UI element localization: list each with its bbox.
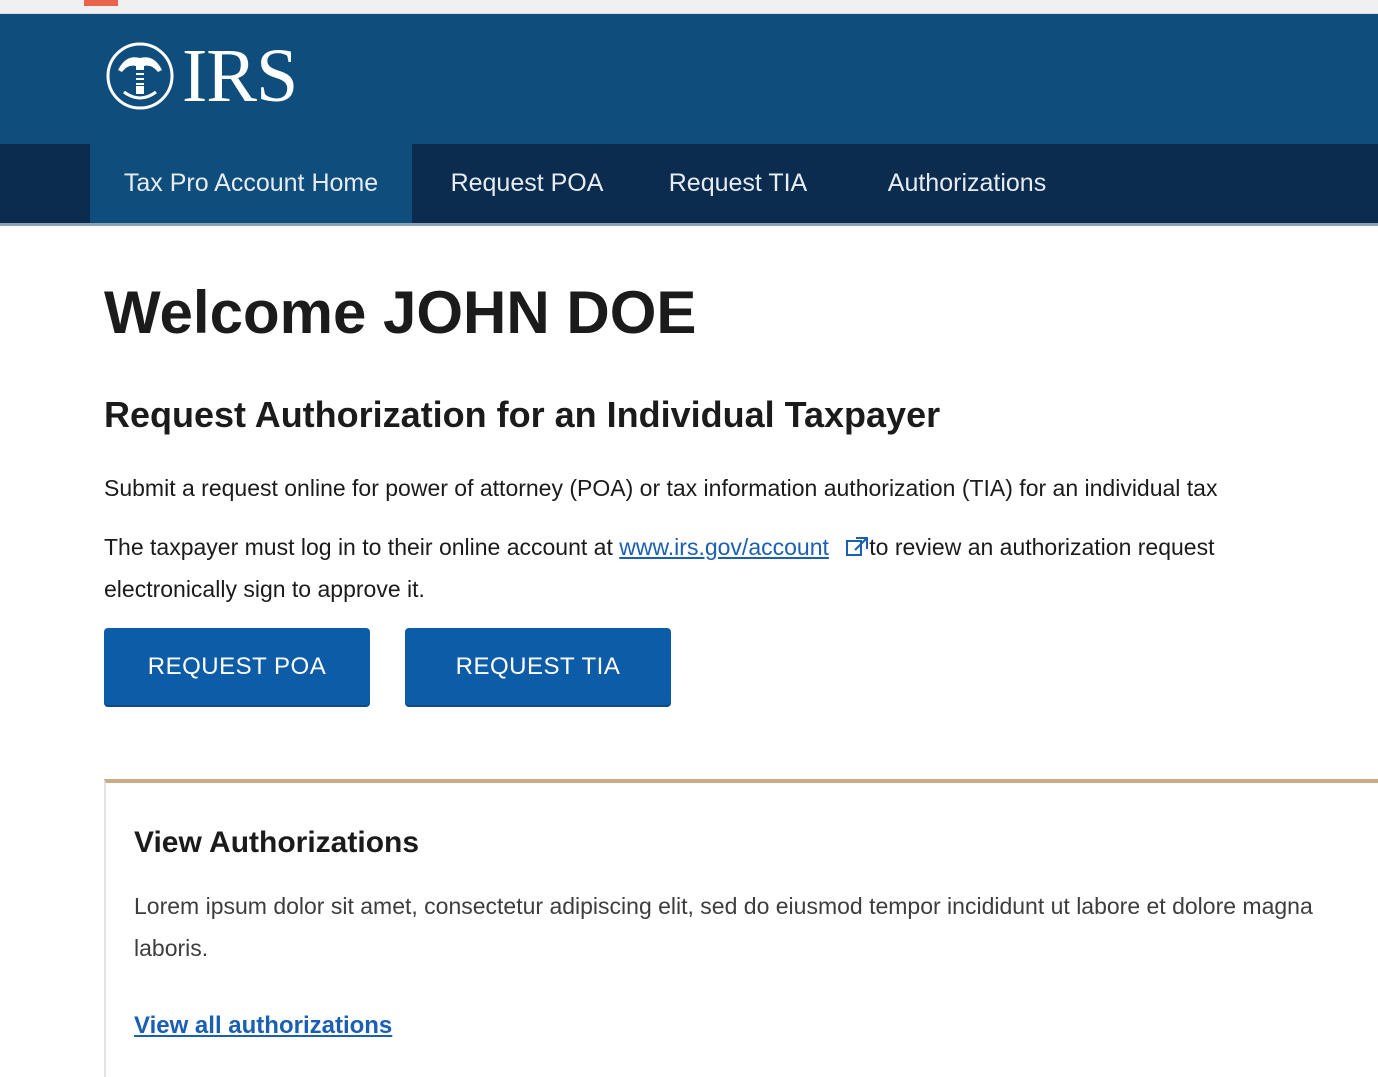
login-instructions: The taxpayer must log in to their online… — [104, 526, 1378, 610]
main-navigation: Tax Pro Account Home Request POA Request… — [0, 144, 1378, 226]
nav-request-poa[interactable]: Request POA — [430, 144, 624, 223]
external-link-icon — [846, 537, 869, 556]
login-instructions-text-line2: electronically sign to approve it. — [104, 576, 425, 602]
nav-tax-pro-account-home[interactable]: Tax Pro Account Home — [90, 144, 412, 223]
intro-paragraph: Submit a request online for power of att… — [104, 475, 1218, 501]
site-header: IRS — [0, 14, 1378, 144]
page-title: Welcome JOHN DOE — [104, 279, 697, 346]
card-description: Lorem ipsum dolor sit amet, consectetur … — [134, 893, 1313, 961]
nav-request-tia[interactable]: Request TIA — [648, 144, 828, 223]
us-flag-icon — [84, 0, 118, 6]
card-title: View Authorizations — [134, 826, 420, 859]
request-tia-button[interactable]: REQUEST TIA — [405, 628, 671, 705]
view-authorizations-card: View Authorizations Lorem ipsum dolor si… — [104, 779, 1378, 1077]
login-instructions-text-end: to review an authorization request — [869, 534, 1215, 560]
irs-logo[interactable]: IRS — [104, 34, 298, 118]
irs-eagle-emblem-icon — [106, 42, 174, 110]
view-all-authorizations-link[interactable]: View all authorizations — [134, 1008, 392, 1044]
nav-authorizations[interactable]: Authorizations — [858, 144, 1076, 223]
section-title: Request Authorization for an Individual … — [104, 394, 941, 435]
request-poa-button[interactable]: REQUEST POA — [104, 628, 370, 705]
login-instructions-text: The taxpayer must log in to their online… — [104, 534, 613, 560]
gov-banner — [0, 0, 1378, 14]
logo-text: IRS — [182, 34, 298, 118]
irs-account-link[interactable]: www.irs.gov/account — [619, 534, 829, 560]
